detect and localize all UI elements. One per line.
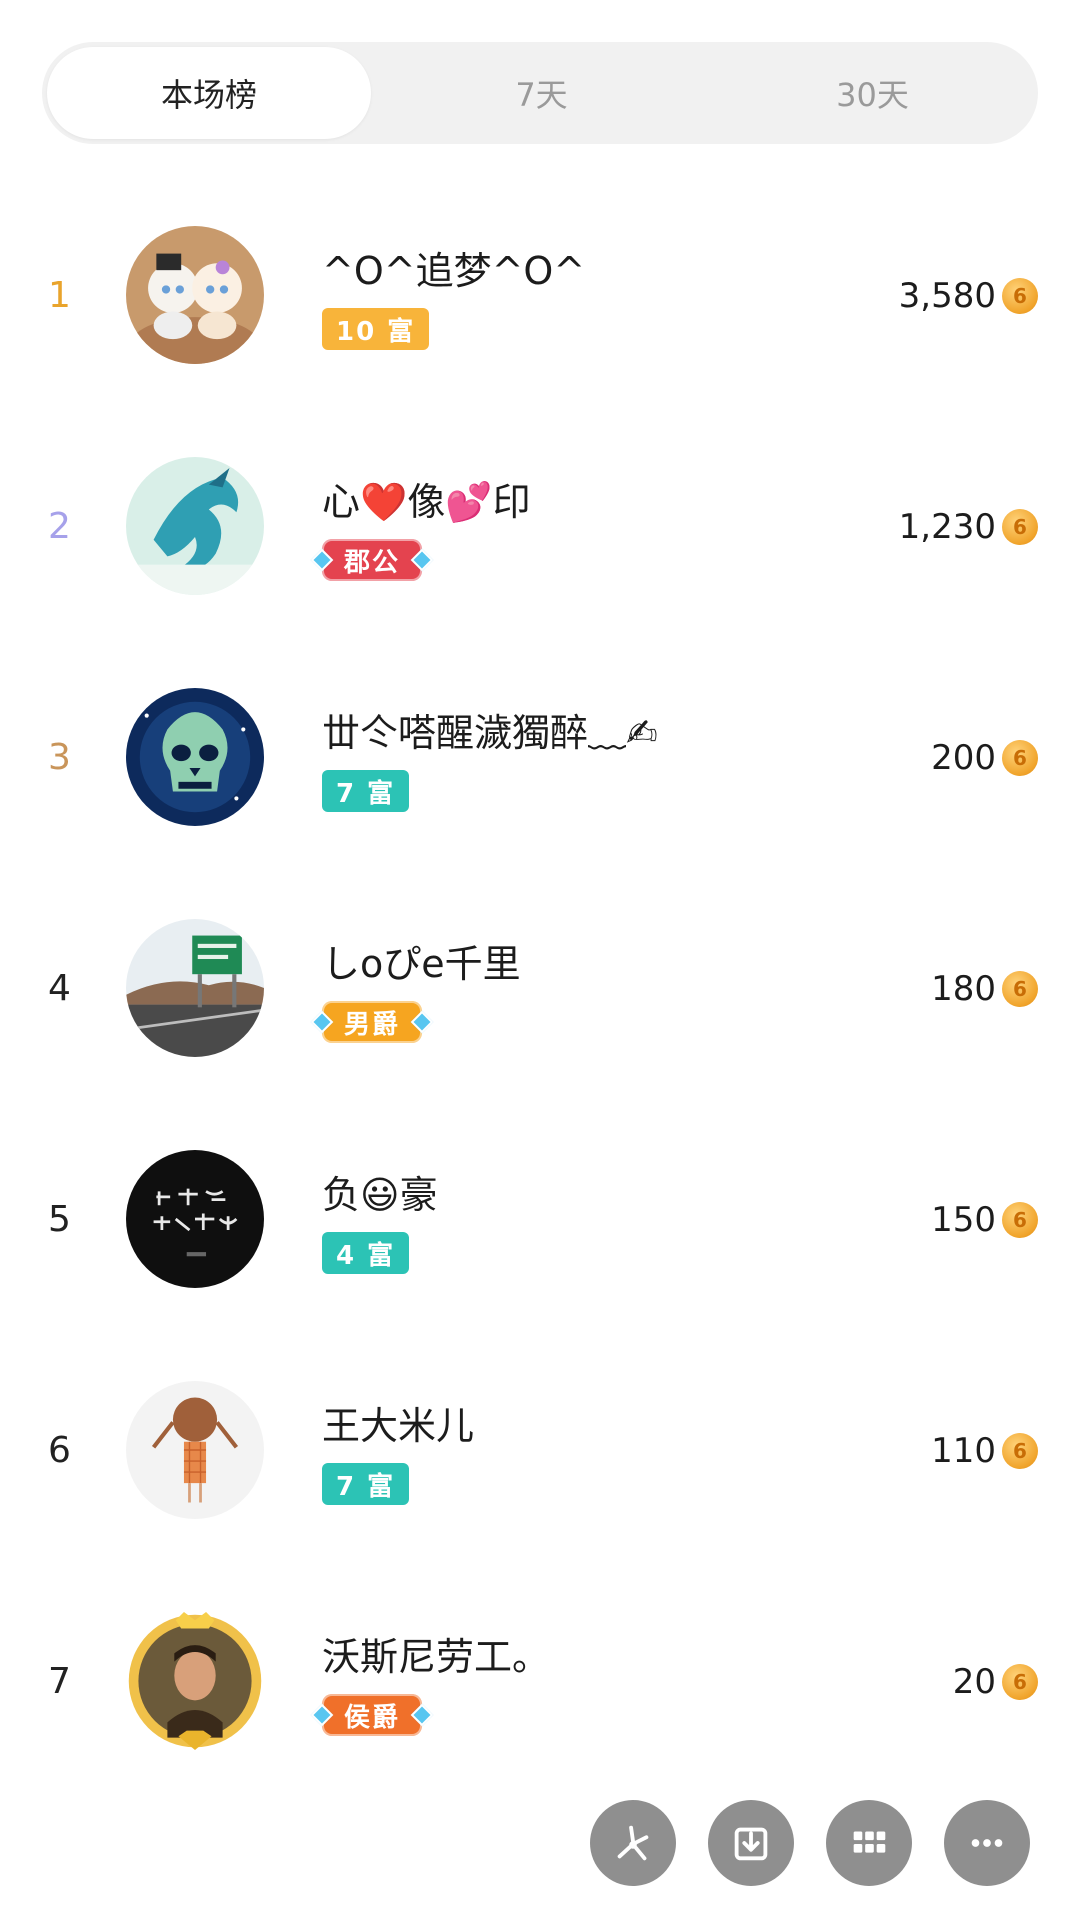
leaderboard-tabs: 本场榜 7天 30天 [42, 42, 1038, 144]
noble-title-badge: 侯爵 [322, 1694, 423, 1736]
avatar[interactable] [126, 457, 264, 595]
list-item[interactable]: 6 王大米儿 7 富 110 6 [0, 1335, 1080, 1566]
tab-this-session[interactable]: 本场榜 [47, 47, 371, 139]
score-value: 180 [931, 968, 996, 1009]
list-item[interactable]: 7 沃斯尼劳工。 侯爵 20 6 [0, 1566, 1080, 1797]
grid-icon [853, 1831, 886, 1853]
avatar[interactable] [126, 688, 264, 826]
wealth-level-badge: 10 富 [322, 308, 430, 350]
avatar[interactable] [126, 1381, 264, 1519]
coin-icon: 6 [1002, 1664, 1038, 1700]
list-item[interactable]: 5 负😃豪 4 富 150 6 [0, 1104, 1080, 1335]
user-name: ^O^追梦^O^ [322, 249, 586, 293]
coin-icon: 6 [1002, 971, 1038, 1007]
skull-avatar-icon [126, 688, 264, 826]
user-name: 沃斯尼劳工。 [322, 1635, 551, 1679]
rank-number: 6 [48, 1430, 71, 1471]
rank-number: 7 [48, 1661, 71, 1702]
rank-number: 4 [48, 968, 71, 1009]
more-button[interactable] [944, 1800, 1030, 1886]
avatar[interactable] [126, 919, 264, 1057]
score-value: 150 [931, 1199, 996, 1240]
highway-sign-avatar-icon [126, 919, 264, 1057]
coin-icon: 6 [1002, 278, 1038, 314]
user-name: 心❤️像💕印 [322, 480, 531, 524]
rank-number: 5 [48, 1199, 71, 1240]
list-item[interactable]: 3 丗仒嗒醒濊獨醉﹏✍ 7 富 200 6 [0, 642, 1080, 873]
user-name: しoぴe千里 [322, 942, 521, 986]
coin-icon: 6 [1002, 1202, 1038, 1238]
list-item[interactable]: 4 しoぴe千里 男爵 180 6 [0, 873, 1080, 1104]
score-value: 3,580 [898, 275, 996, 316]
user-name: 负😃豪 [322, 1173, 438, 1217]
user-name: 王大米儿 [322, 1404, 475, 1448]
score-value: 200 [931, 737, 996, 778]
list-item[interactable]: 1 ^O^追梦^O^ 10 富 3,580 6 [0, 180, 1080, 411]
leaderboard-list: 1 ^O^追梦^O^ 10 富 3,580 6 2 心❤️像💕印 郡公 1,23… [0, 180, 1080, 1797]
rank-number: 3 [48, 737, 71, 778]
score-value: 1,230 [898, 506, 996, 547]
user-name: 丗仒嗒醒濊獨醉﹏✍ [322, 711, 658, 755]
avatar[interactable] [126, 1150, 264, 1288]
score-value: 110 [931, 1430, 996, 1471]
floating-action-bar [0, 1800, 1080, 1890]
share-icon [617, 1825, 649, 1861]
tab-30-days[interactable]: 30天 [707, 42, 1038, 144]
noble-title-badge: 男爵 [322, 1001, 423, 1043]
download-icon [734, 1827, 768, 1861]
tab-7-days[interactable]: 7天 [376, 42, 707, 144]
noble-title-badge: 郡公 [322, 539, 423, 581]
wealth-level-badge: 7 富 [322, 770, 410, 812]
list-item[interactable]: 2 心❤️像💕印 郡公 1,230 6 [0, 411, 1080, 642]
wealth-level-badge: 7 富 [322, 1463, 410, 1505]
download-button[interactable] [708, 1800, 794, 1886]
cat-dolls-avatar-icon [126, 226, 264, 364]
more-icon [971, 1839, 1003, 1847]
calligraphy-avatar-icon [126, 1150, 264, 1288]
coin-icon: 6 [1002, 1433, 1038, 1469]
coin-icon: 6 [1002, 509, 1038, 545]
share-button[interactable] [590, 1800, 676, 1886]
dragon-avatar-icon [126, 457, 264, 595]
wealth-level-badge: 4 富 [322, 1232, 410, 1274]
avatar[interactable] [126, 226, 264, 364]
rank-number: 1 [48, 275, 71, 316]
avatar[interactable] [126, 1612, 264, 1750]
portrait-crown-frame-avatar-icon [128, 1612, 262, 1750]
score-value: 20 [952, 1661, 996, 1702]
grid-menu-button[interactable] [826, 1800, 912, 1886]
coin-icon: 6 [1002, 740, 1038, 776]
cartoon-girl-avatar-icon [126, 1381, 264, 1519]
rank-number: 2 [48, 506, 71, 547]
